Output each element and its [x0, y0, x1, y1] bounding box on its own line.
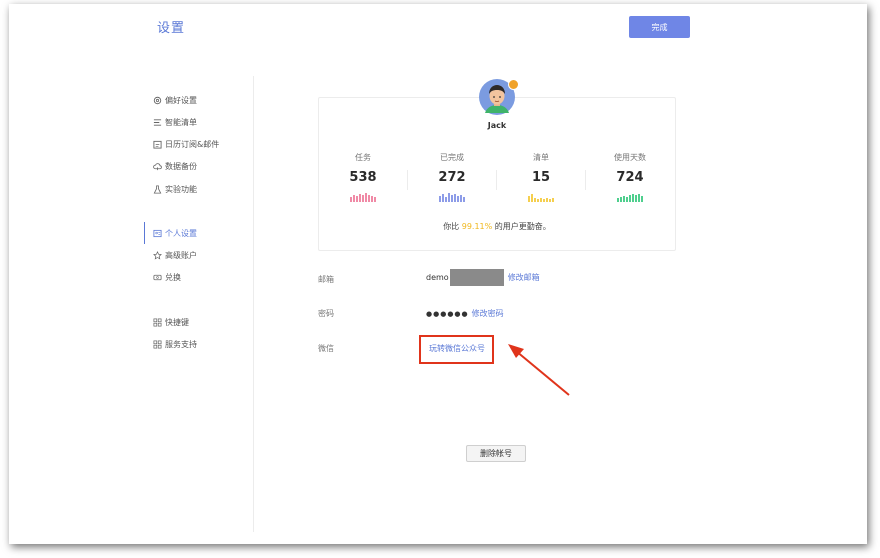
delete-account-button[interactable]: 删除帐号 [466, 445, 526, 462]
gear-icon [153, 96, 162, 105]
comparison-percent: 99.11% [461, 222, 493, 231]
crown-icon [153, 250, 162, 260]
sidebar-item-calendar[interactable]: 日历订阅&邮件 [153, 136, 219, 152]
sidebar-item-label: 实验功能 [165, 184, 197, 194]
stat-label: 任务 [355, 153, 371, 162]
sidebar-item-experiments[interactable]: 实验功能 [153, 181, 197, 197]
smart-list-icon [153, 118, 162, 127]
premium-badge-icon [508, 79, 519, 90]
sparkline-icon [496, 192, 586, 202]
email-label: 邮箱 [318, 275, 334, 284]
sidebar-item-label: 个人设置 [165, 228, 197, 238]
sidebar-item-smart-list[interactable]: 智能清单 [153, 114, 197, 130]
stat-label: 使用天数 [614, 153, 646, 162]
stat-value: 272 [438, 170, 466, 185]
annotation-arrow-icon [508, 344, 570, 396]
username: Jack [487, 121, 507, 130]
password-value: ●●●●●● [426, 309, 469, 318]
done-button[interactable]: 完成 [629, 16, 690, 38]
grid-icon [153, 318, 162, 327]
redacted-email-block [449, 269, 504, 286]
stat-label: 清单 [533, 153, 549, 162]
sidebar-item-label: 服务支持 [165, 339, 197, 349]
sidebar-item-label: 日历订阅&邮件 [165, 139, 220, 149]
flask-icon [153, 184, 162, 194]
comparison-prefix: 你比 [443, 222, 462, 231]
email-row: demo 修改邮箱 [426, 269, 540, 286]
email-value: demo [426, 273, 449, 282]
change-password-link[interactable]: 修改密码 [472, 308, 504, 319]
annotation-highlight-box [419, 335, 494, 364]
profile-icon [153, 229, 162, 238]
comparison-text: 你比 99.11% 的用户更勤奋。 [318, 221, 676, 232]
ticket-icon [153, 273, 162, 282]
sidebar-item-support[interactable]: 服务支持 [153, 336, 197, 352]
sidebar-item-label: 高级账户 [165, 250, 197, 260]
password-label: 密码 [318, 309, 334, 318]
sidebar-item-redeem[interactable]: 兑换 [153, 269, 181, 285]
stat-completed: 已完成 272 [407, 152, 497, 202]
calendar-icon [153, 140, 162, 149]
stat-days: 使用天数 724 [585, 152, 675, 202]
settings-window: 设置 完成 偏好设置 智能清单 日历订阅&邮件 数据备份 实验功能 个人设置 高… [9, 4, 867, 544]
stat-value: 538 [349, 170, 377, 185]
stat-tasks: 任务 538 [318, 152, 408, 202]
comparison-suffix: 的用户更勤奋。 [492, 222, 551, 231]
sparkline-icon [585, 192, 675, 202]
sidebar-item-backup[interactable]: 数据备份 [153, 158, 197, 174]
wechat-label: 微信 [318, 344, 334, 353]
sidebar-item-label: 快捷键 [165, 317, 189, 327]
password-row: ●●●●●● 修改密码 [426, 308, 504, 319]
sidebar-item-shortcuts[interactable]: 快捷键 [153, 314, 189, 330]
grid-icon [153, 340, 162, 349]
change-email-link[interactable]: 修改邮箱 [508, 272, 540, 283]
sidebar-divider [253, 76, 254, 532]
sidebar-item-label: 偏好设置 [165, 95, 197, 105]
sidebar-item-premium[interactable]: 高级账户 [153, 247, 197, 263]
cloud-icon [153, 162, 162, 171]
sidebar-item-label: 数据备份 [165, 161, 197, 171]
sidebar-item-label: 智能清单 [165, 117, 197, 127]
sidebar-item-preferences[interactable]: 偏好设置 [153, 92, 197, 108]
sparkline-icon [407, 192, 497, 202]
stat-value: 15 [531, 170, 551, 185]
page-title: 设置 [157, 21, 186, 36]
sparkline-icon [318, 192, 408, 202]
stat-lists: 清单 15 [496, 152, 586, 202]
sidebar-item-profile[interactable]: 个人设置 [144, 222, 197, 244]
stat-value: 724 [616, 170, 644, 185]
sidebar-item-label: 兑换 [165, 272, 181, 282]
stat-label: 已完成 [440, 153, 464, 162]
